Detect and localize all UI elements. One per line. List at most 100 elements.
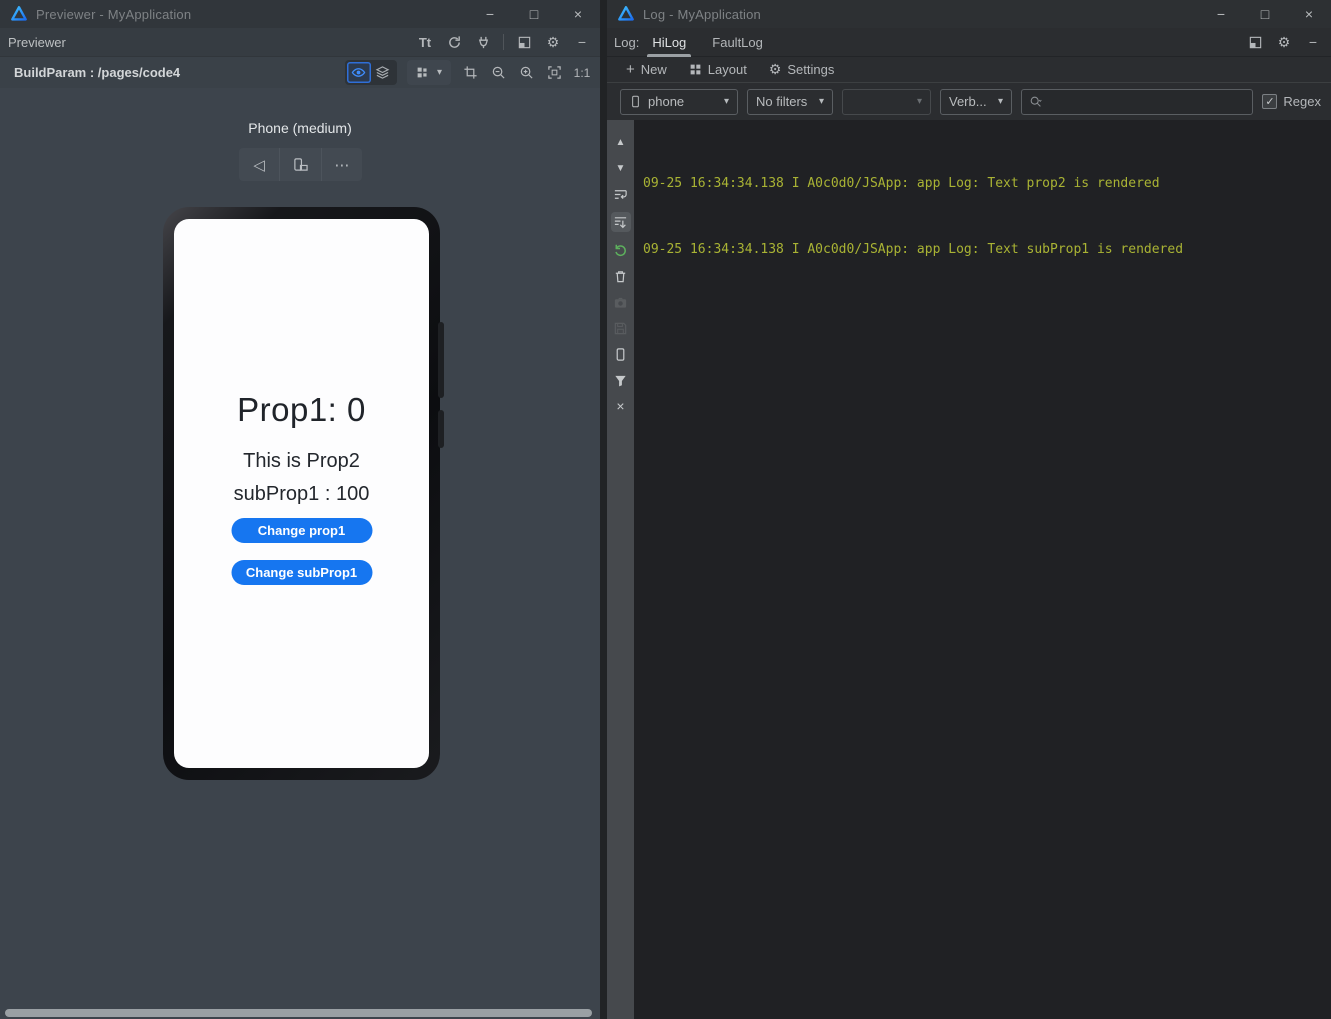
filter-select[interactable]: No filters ▾ — [747, 89, 833, 115]
chevron-down-icon: ▾ — [819, 96, 824, 107]
filter-funnel-icon[interactable] — [611, 372, 631, 388]
layout-grid-icon — [689, 63, 702, 76]
change-subprop1-button[interactable]: Change subProp1 — [231, 560, 372, 585]
preview-canvas: Phone (medium) ◁ ⋯ Prop1: 0 This is Prop… — [0, 88, 600, 1019]
process-select[interactable]: ▾ — [842, 89, 931, 115]
scroll-down-icon[interactable]: ▼ — [611, 160, 631, 176]
log-side-toolbar: ▲ ▼ — [607, 120, 634, 1019]
back-icon[interactable]: ◁ — [239, 148, 279, 181]
chevron-down-icon: ▾ — [998, 96, 1003, 107]
inspector-eye-icon[interactable] — [347, 62, 371, 83]
screenshot-icon[interactable] — [611, 294, 631, 310]
window-title: Log - MyApplication — [643, 7, 761, 22]
settings-label: Settings — [787, 62, 834, 77]
log-level-select[interactable]: Verb... ▾ — [940, 89, 1012, 115]
settings-gear-icon[interactable]: ⚙ — [1275, 33, 1293, 51]
log-action-bar: + New Layout ⚙ Settings — [607, 57, 1331, 83]
deveco-logo-icon — [10, 5, 28, 23]
minimize-button[interactable]: − — [468, 0, 512, 28]
settings-button[interactable]: ⚙ Settings — [760, 61, 844, 78]
fit-to-window-icon[interactable] — [545, 64, 563, 82]
window-controls: − □ × — [468, 0, 600, 28]
phone-screen: Prop1: 0 This is Prop2 subProp1 : 100 Ch… — [174, 219, 429, 768]
previewer-tab-bar: Previewer Tt ⚙ − — [0, 28, 600, 57]
close-session-icon[interactable]: × — [611, 398, 631, 414]
log-search-field[interactable] — [1021, 89, 1253, 115]
filter-select-value: No filters — [756, 94, 807, 109]
component-grid-dropdown[interactable]: ▾ — [407, 60, 451, 85]
regex-toggle[interactable]: ✓ Regex — [1262, 94, 1321, 109]
maximize-button[interactable]: □ — [1243, 0, 1287, 28]
prop1-text: Prop1: 0 — [174, 391, 429, 429]
minimize-button[interactable]: − — [1199, 0, 1243, 28]
prop2-text: This is Prop2 — [174, 450, 429, 473]
search-icon — [1029, 95, 1043, 109]
scroll-to-end-icon[interactable] — [611, 212, 631, 232]
window-mode-icon[interactable] — [1246, 33, 1264, 51]
plus-icon: + — [626, 61, 635, 78]
subprop1-text: subProp1 : 100 — [174, 483, 429, 506]
hide-panel-icon[interactable]: − — [573, 33, 591, 51]
chevron-down-icon: ▾ — [724, 96, 729, 107]
hide-panel-icon[interactable]: − — [1304, 33, 1322, 51]
more-options-icon[interactable]: ⋯ — [321, 148, 362, 181]
device-select-value: phone — [648, 94, 684, 109]
window-controls: − □ × — [1199, 0, 1331, 28]
previewer-titlebar: Previewer - MyApplication − □ × — [0, 0, 600, 28]
close-button[interactable]: × — [556, 0, 600, 28]
window-mode-icon[interactable] — [515, 33, 533, 51]
search-input[interactable] — [1048, 94, 1245, 109]
layout-button[interactable]: Layout — [680, 62, 756, 77]
horizontal-scrollbar[interactable] — [5, 1009, 592, 1017]
view-mode-toggle — [345, 60, 397, 85]
restart-session-icon[interactable] — [611, 242, 631, 258]
rotate-device-icon[interactable] — [279, 148, 320, 181]
log-window: Log - MyApplication − □ × Log: HiLog Fau… — [607, 0, 1331, 1019]
save-log-icon[interactable] — [611, 320, 631, 336]
grid-icon — [416, 66, 429, 79]
phone-icon — [629, 95, 642, 108]
log-line: 09-25 16:34:34.138 I A0c0d0/JSApp: app L… — [643, 173, 1331, 195]
previewer-window: Previewer - MyApplication − □ × Previewe… — [0, 0, 600, 1019]
font-settings-icon[interactable]: Tt — [416, 33, 434, 51]
device-select[interactable]: phone ▾ — [620, 89, 738, 115]
log-content: ▲ ▼ — [607, 120, 1331, 1019]
log-output[interactable]: 09-25 16:34:34.138 I A0c0d0/JSApp: app L… — [634, 120, 1331, 1019]
device-profile-label: Phone (medium) — [0, 120, 600, 136]
new-log-button[interactable]: + New — [617, 61, 676, 78]
log-line: 09-25 16:34:34.138 I A0c0d0/JSApp: app L… — [643, 239, 1331, 261]
close-button[interactable]: × — [1287, 0, 1331, 28]
log-titlebar: Log - MyApplication − □ × — [607, 0, 1331, 28]
zoom-out-icon[interactable] — [489, 64, 507, 82]
zoom-in-icon[interactable] — [517, 64, 535, 82]
crop-frame-icon[interactable] — [461, 64, 479, 82]
log-level-value: Verb... — [949, 94, 987, 109]
phone-volume-button — [438, 322, 444, 398]
deveco-logo-icon — [617, 5, 635, 23]
layout-label: Layout — [708, 62, 747, 77]
soft-wrap-icon[interactable] — [611, 186, 631, 202]
change-prop1-button[interactable]: Change prop1 — [231, 518, 372, 543]
maximize-button[interactable]: □ — [512, 0, 556, 28]
phone-device-frame: Prop1: 0 This is Prop2 subProp1 : 100 Ch… — [163, 207, 440, 780]
refresh-icon[interactable] — [445, 33, 463, 51]
tab-previewer[interactable]: Previewer — [0, 35, 74, 50]
settings-gear-icon[interactable]: ⚙ — [544, 33, 562, 51]
scroll-up-icon[interactable]: ▲ — [611, 134, 631, 150]
actual-size-button[interactable]: 1:1 — [573, 64, 591, 82]
chevron-down-icon: ▾ — [437, 67, 442, 78]
new-label: New — [641, 62, 667, 77]
clear-log-icon[interactable] — [611, 268, 631, 284]
build-param-label: BuildParam : /pages/code4 — [14, 65, 180, 80]
tab-faultlog[interactable]: FaultLog — [699, 28, 776, 57]
regex-checkbox[interactable]: ✓ — [1262, 94, 1277, 109]
build-param-bar: BuildParam : /pages/code4 ▾ — [0, 57, 600, 88]
log-label: Log: — [607, 35, 639, 50]
tab-hilog[interactable]: HiLog — [639, 28, 699, 57]
layers-icon[interactable] — [371, 62, 395, 83]
phone-power-button — [438, 410, 444, 448]
plugin-icon[interactable] — [474, 33, 492, 51]
desktop: Previewer - MyApplication − □ × Previewe… — [0, 0, 1331, 1019]
log-filter-bar: phone ▾ No filters ▾ ▾ Verb... ▾ ✓ Rege — [607, 83, 1331, 120]
device-icon[interactable] — [611, 346, 631, 362]
